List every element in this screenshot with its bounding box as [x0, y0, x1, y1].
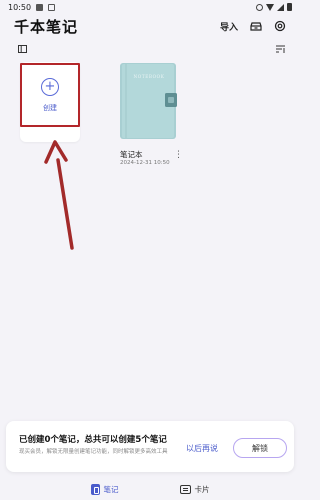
- unlock-button[interactable]: 解锁: [233, 438, 287, 458]
- nav-tab-cards[interactable]: 卡片: [179, 484, 210, 495]
- notes-icon: [90, 483, 100, 495]
- cards-icon: [179, 484, 191, 494]
- nav-tab-notes-label: 笔记: [103, 484, 119, 494]
- nav-tab-cards-label: 卡片: [194, 484, 210, 494]
- promo-title: 已创建0个笔记，总共可以创建5个笔记: [19, 435, 167, 445]
- nav-tab-notes[interactable]: 笔记: [90, 483, 119, 495]
- later-button[interactable]: 以后再说: [186, 443, 218, 454]
- upgrade-promo-panel: 已创建0个笔记，总共可以创建5个笔记 现买会员，解锁无限量创建笔记功能，同时解锁…: [6, 421, 294, 472]
- promo-description: 现买会员，解锁无限量创建笔记功能，同时解锁更多高效工具: [19, 449, 168, 455]
- bottom-navigation: 笔记 卡片: [0, 478, 300, 500]
